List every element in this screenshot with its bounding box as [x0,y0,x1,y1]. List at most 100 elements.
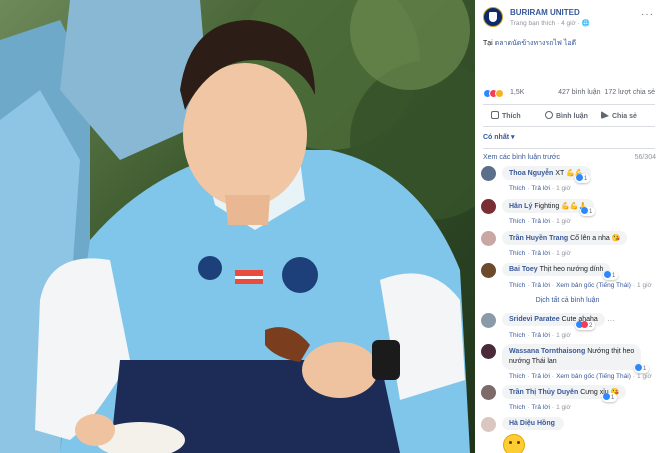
more-options-icon[interactable]: ··· [641,9,654,20]
comment-sort-dropdown[interactable]: Có nhất ▾ [483,133,515,141]
like-reaction-icon [603,393,610,400]
comment-meta: Thích · Trả lời · Xem bản gốc (Tiếng Thái) · 1… [509,282,652,289]
comment-time[interactable]: 1 giờ [556,250,571,257]
comment-reaction-count[interactable]: 1 [603,271,619,280]
comment-time[interactable]: 1 giờ [556,185,571,192]
comment-bubble: Wassana Tornthaisong Nướng thịt heo nướng … [502,344,642,370]
comment-text: Nướng thịt heo [587,348,635,355]
comment-bubble: Trần Huyền Trang Cố lên a nha 😘 [502,231,628,245]
comment-like-link[interactable]: Thích [509,332,525,339]
comment-reply-link[interactable]: Trả lời [531,185,549,192]
divider [483,148,655,149]
comment-meta: Thích · Trả lời · 1 giờ [509,250,571,257]
comment-meta: Thích · Trả lời · Xem bản gốc (Tiếng Thái) · 1… [509,373,652,380]
comment-reply-link[interactable]: Trả lời [531,218,549,225]
commenter-name[interactable]: Bai Toey [509,266,538,273]
comment-like-link[interactable]: Thích [509,250,525,257]
commenter-name[interactable]: Sridevi Paratee [509,316,560,323]
comment-meta: Thích · Trả lời · 1 giờ [509,332,571,339]
divider [483,126,655,127]
view-previous-comments-link[interactable]: Xem các bình luận trước [483,154,560,161]
comment-meta: Thích · Trả lời · 1 giờ [509,218,571,225]
comment-like-link[interactable]: Thích [509,218,525,225]
post-actions: Thích Bình luận Chia sẻ [483,108,655,124]
comment-reaction-count[interactable]: 2 [575,321,596,330]
commenter-name[interactable]: Trần Huyền Trang [509,235,568,242]
comment-reply-link[interactable]: Trả lời [531,332,549,339]
comment-reply-link[interactable]: Trả lời [531,373,549,380]
comment-time[interactable]: 1 giờ [637,282,652,289]
commenter-name[interactable]: Thoa Nguyễn [509,170,553,177]
comment-like-link[interactable]: Thích [509,373,525,380]
reactions-bar: 1,5K 427 bình luận 172 lượt chia sẻ [483,88,655,100]
comment-like-link[interactable]: Thích [509,185,525,192]
comment-meta: Thích · Trả lời · 1 giờ [509,404,571,411]
comment-reply-link[interactable]: Trả lời [531,282,549,289]
comment-like-link[interactable]: Thích [509,404,525,411]
comment-reply-link[interactable]: Trả lời [531,250,549,257]
shares-count[interactable]: 172 lượt chia sẻ [604,89,655,96]
comments-count[interactable]: 427 bình luận [558,89,600,96]
divider [483,104,655,105]
comment-time[interactable]: 1 giờ [556,332,571,339]
love-reaction-icon [581,321,588,328]
commenter-avatar[interactable] [481,166,496,181]
commenter-avatar[interactable] [481,199,496,214]
post-header: BURIRAM UNITED Trang bạn thích · 4 giờ ·… [483,6,658,30]
post-photo[interactable] [0,0,475,453]
comment-text: Cố lên a nha 😘 [570,235,621,242]
comment-reaction-count[interactable]: 1 [602,393,618,402]
like-reaction-icon [576,174,583,181]
share-button[interactable]: Chia sẻ [601,111,637,120]
haha-reaction-icon [495,89,504,98]
commenter-avatar[interactable] [481,344,496,359]
reaction-count[interactable]: 1,5K [510,89,524,96]
page-avatar[interactable] [483,7,503,27]
comment-options-icon[interactable]: ··· [607,316,615,325]
post-text-prefix: Tại [483,40,495,47]
post-text: Tại ตลาดนัดข้างทางรถไฟ ไอดี [483,38,576,49]
comment-bubble: Bai Toey Thịt heo nướng dính [502,263,611,276]
commenter-avatar[interactable] [481,231,496,246]
commenter-name[interactable]: Trần Thị Thủy Duyên [509,389,578,396]
commenter-avatar[interactable] [481,385,496,400]
page-name[interactable]: BURIRAM UNITED [510,8,580,17]
commenter-name[interactable]: Hân Lý [509,203,532,210]
commenter-avatar[interactable] [481,417,496,432]
see-all-translations-link[interactable]: Dịch tất cả bình luận [475,297,660,304]
photo-illustration [0,0,475,453]
comment-reaction-count[interactable]: 1 [575,174,591,183]
comment-text-line2: nướng Thái lan [509,358,557,365]
commenter-avatar[interactable] [481,313,496,328]
comment-time[interactable]: 1 giờ [556,404,571,411]
globe-icon: 🌐 [581,20,590,27]
post-stats: 427 bình luận 172 lượt chia sẻ [558,89,655,96]
comment-meta: Thích · Trả lời · 1 giờ [509,185,571,192]
like-button[interactable]: Thích [491,111,521,120]
location-link[interactable]: ตลาดนัดข้างทางรถไฟ ไอดี [495,40,576,47]
like-reaction-icon [581,207,588,214]
comment-time[interactable]: 1 giờ [556,218,571,225]
comment-time[interactable]: 1 giờ [637,373,652,380]
comment-reaction-count[interactable]: 1 [634,364,650,373]
comment-reply-link[interactable]: Trả lời [531,404,549,411]
comment-icon [545,111,553,119]
share-icon [601,111,609,119]
see-original-link[interactable]: Xem bản gốc (Tiếng Thái) [556,373,631,380]
comment-button[interactable]: Bình luận [545,111,588,120]
see-original-link[interactable]: Xem bản gốc (Tiếng Thái) [556,282,631,289]
commenter-avatar[interactable] [481,263,496,278]
comment-like-link[interactable]: Thích [509,282,525,289]
like-reaction-icon [604,271,611,278]
commenter-name[interactable]: Wassana Tornthaisong [509,348,585,355]
comment-bubble: Hà Diệu Hồng [502,417,564,430]
comment-text: Thịt heo nướng dính [539,266,604,273]
post-side-panel: BURIRAM UNITED Trang bạn thích · 4 giờ ·… [475,0,660,453]
commenter-name[interactable]: Hà Diệu Hồng [509,420,555,427]
thumbs-up-icon [491,111,499,119]
comment-reaction-count[interactable]: 1 [580,207,596,216]
emoji-sticker [503,434,525,453]
comments-page-count: 56/304 [634,154,656,161]
like-reaction-icon [635,364,642,371]
post-subtitle: Trang bạn thích · 4 giờ · 🌐 [510,20,590,27]
